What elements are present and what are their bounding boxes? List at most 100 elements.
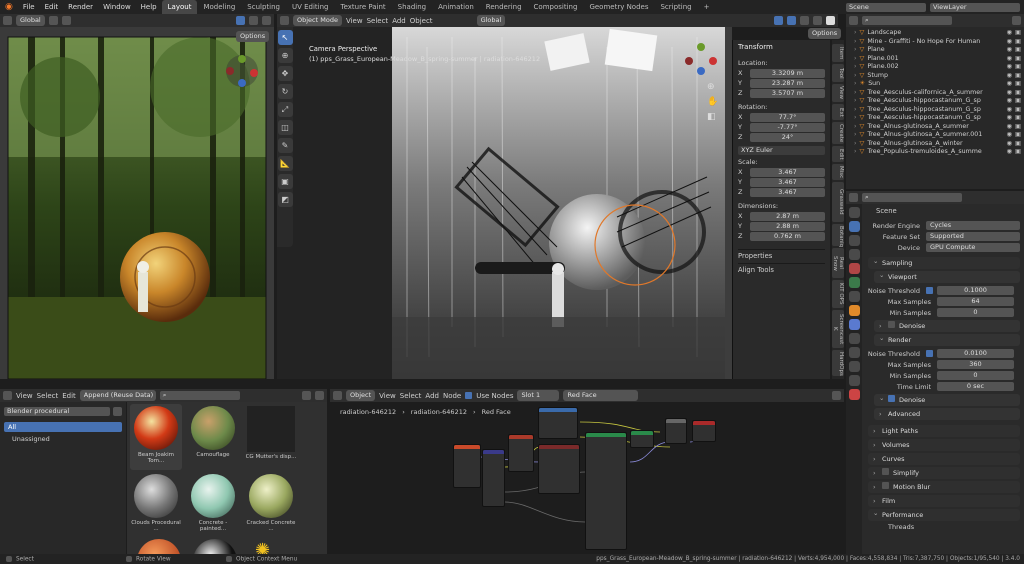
visibility-eye-icon[interactable]: ◉ — [1007, 140, 1013, 149]
object-tab-icon[interactable] — [848, 305, 860, 316]
expand-arrow-icon[interactable]: › — [854, 97, 857, 106]
main-options-button[interactable]: Options — [808, 28, 842, 39]
outliner-item[interactable]: › ▽ Plane.001 ◉ ▣ — [846, 55, 1024, 64]
world-tab-icon[interactable] — [848, 277, 860, 288]
filter-icon[interactable] — [1012, 16, 1021, 25]
render-tab-icon[interactable] — [848, 221, 860, 232]
data-tab-icon[interactable] — [848, 375, 860, 386]
r-denoise-subpanel[interactable]: Denoise — [874, 392, 1020, 406]
location-x-field[interactable]: 3.3209 m — [750, 68, 825, 78]
menu-help[interactable]: Help — [136, 3, 162, 11]
collection-tab-icon[interactable] — [848, 291, 860, 302]
node-editor-type-icon[interactable] — [333, 391, 342, 400]
physics-tab-icon[interactable] — [848, 347, 860, 358]
tab-ext[interactable]: Ext — [832, 104, 844, 120]
render-camera-icon[interactable]: ▣ — [1015, 131, 1024, 140]
material-output-node[interactable] — [692, 420, 716, 442]
shader-type-select[interactable]: Object — [346, 390, 376, 401]
modifier-tab-icon[interactable] — [848, 319, 860, 330]
expand-arrow-icon[interactable]: › — [854, 80, 857, 89]
light-paths-panel[interactable]: Light Paths — [868, 425, 1020, 437]
material-shading-icon[interactable] — [826, 16, 835, 25]
visibility-eye-icon[interactable]: ◉ — [1007, 123, 1013, 132]
time-limit-field[interactable]: 0 sec — [937, 382, 1014, 391]
extra-tool[interactable]: ◩ — [277, 192, 293, 207]
volumes-panel[interactable]: Volumes — [868, 439, 1020, 451]
add-workspace-icon[interactable]: + — [698, 0, 716, 14]
reroute-node[interactable] — [665, 418, 687, 444]
r-min-samples-field[interactable]: 0 — [937, 371, 1014, 380]
location-y-field[interactable]: 23.287 m — [750, 78, 825, 88]
expand-arrow-icon[interactable]: › — [854, 89, 857, 98]
scene-tab-icon[interactable] — [848, 263, 860, 274]
outliner-item[interactable]: › ▽ Plane.002 ◉ ▣ — [846, 63, 1024, 72]
visibility-eye-icon[interactable]: ◉ — [1007, 148, 1013, 157]
vp-max-samples-field[interactable]: 64 — [937, 297, 1014, 306]
visibility-eye-icon[interactable]: ◉ — [1007, 63, 1013, 72]
threads-subpanel[interactable]: Threads — [864, 523, 1024, 531]
scale-tool[interactable]: ⤢ — [277, 102, 293, 117]
render-camera-icon[interactable]: ▣ — [1015, 89, 1024, 98]
scale-y-field[interactable]: 3.467 — [750, 177, 825, 187]
main-viewport[interactable]: ↖ ⊕ ✥ ↻ ⤢ ◫ ✎ 📐 ▣ ◩ Camera Perspective (… — [277, 27, 732, 379]
outliner-item[interactable]: › ☀ Sun ◉ ▣ — [846, 80, 1024, 89]
bump-node[interactable] — [538, 444, 580, 494]
asset-card[interactable]: CG Mutter's disp... — [245, 404, 297, 470]
node-canvas[interactable]: radiation-646212 › radiation-646212 › Red … — [330, 402, 844, 554]
annotate-tool[interactable]: ✎ — [277, 138, 293, 153]
tab-modeling[interactable]: Modeling — [197, 0, 241, 14]
outliner-item[interactable]: › ▽ Tree_Aesculus-hippocastanum_G_sp ◉ ▣ — [846, 106, 1024, 115]
move-tool[interactable]: ✥ — [277, 66, 293, 81]
shading-solid-icon[interactable] — [249, 16, 258, 25]
tab-layout[interactable]: Layout — [161, 0, 198, 14]
r-denoise-checkbox[interactable] — [888, 395, 895, 402]
r-noise-threshold-field[interactable]: 0.0100 — [937, 349, 1014, 358]
render-camera-icon[interactable]: ▣ — [1015, 38, 1024, 47]
category-unassigned[interactable]: Unassigned — [4, 434, 122, 444]
color-mix-node[interactable] — [538, 407, 578, 439]
left-viewport[interactable]: Options — [0, 27, 274, 380]
view-layer-selector[interactable]: ViewLayer — [930, 2, 1020, 12]
use-nodes-checkbox[interactable] — [465, 392, 473, 399]
expand-arrow-icon[interactable]: › — [854, 55, 857, 64]
refresh-library-icon[interactable] — [113, 406, 122, 416]
tab-uv-editing[interactable]: UV Editing — [286, 0, 335, 14]
zoom-icon[interactable]: ⊕ — [707, 82, 718, 92]
outliner-item[interactable]: › ▽ Tree_Populus-tremuloides_A_summe ◉ ▣ — [846, 148, 1024, 157]
outliner-item[interactable]: › ▽ Tree_Alnus-glutinosa_A_winter ◉ ▣ — [846, 140, 1024, 149]
asset-search-input[interactable]: ⌕ — [159, 391, 240, 400]
tab-texture-paint[interactable]: Texture Paint — [335, 0, 392, 14]
mix-shader-node[interactable] — [630, 430, 654, 448]
asset-thumbnail[interactable] — [193, 539, 237, 554]
vp-min-samples-field[interactable]: 0 — [937, 308, 1014, 317]
curves-panel[interactable]: Curves — [868, 453, 1020, 465]
node-menu-view[interactable]: View — [379, 392, 396, 400]
outliner-item[interactable]: › ▽ Stump ◉ ▣ — [846, 72, 1024, 81]
tab-create[interactable]: Create — [832, 122, 844, 144]
scale-z-field[interactable]: 3.467 — [750, 187, 825, 197]
expand-arrow-icon[interactable]: › — [854, 46, 857, 55]
asset-card[interactable]: Beam Joakim Tom... — [130, 404, 182, 470]
motion-blur-checkbox[interactable] — [882, 482, 889, 489]
tab-rendering[interactable]: Rendering — [480, 0, 528, 14]
r-max-samples-field[interactable]: 360 — [937, 360, 1014, 369]
menu-view[interactable]: View — [346, 17, 363, 25]
shading-rendered-icon[interactable] — [262, 16, 271, 25]
visibility-eye-icon[interactable]: ◉ — [1007, 97, 1013, 106]
tab-kit-ops[interactable]: KIT OPS — [832, 280, 844, 308]
visibility-eye-icon[interactable]: ◉ — [1007, 38, 1013, 47]
mapping-node[interactable] — [482, 449, 505, 507]
outliner-item[interactable]: › ▽ Tree_Alnus-glutinosa_A_summer.001 ◉ ▣ — [846, 131, 1024, 140]
visibility-eye-icon[interactable]: ◉ — [1007, 72, 1013, 81]
outliner-type-icon[interactable] — [849, 16, 858, 25]
material-select[interactable]: Red Face — [563, 390, 639, 401]
render-subpanel[interactable]: Render — [874, 332, 1020, 346]
outliner-item[interactable]: › ▽ Tree_Aesculus-hippocastanum_G_sp ◉ ▣ — [846, 97, 1024, 106]
asset-browser-type-icon[interactable] — [3, 391, 12, 400]
render-camera-icon[interactable]: ▣ — [1015, 140, 1024, 149]
visibility-eye-icon[interactable]: ◉ — [1007, 114, 1013, 123]
expand-arrow-icon[interactable]: › — [854, 140, 857, 149]
editor-type-icon[interactable] — [280, 16, 289, 25]
view-layer-tab-icon[interactable] — [848, 249, 860, 260]
tab-misc[interactable]: Misc — [832, 164, 844, 180]
